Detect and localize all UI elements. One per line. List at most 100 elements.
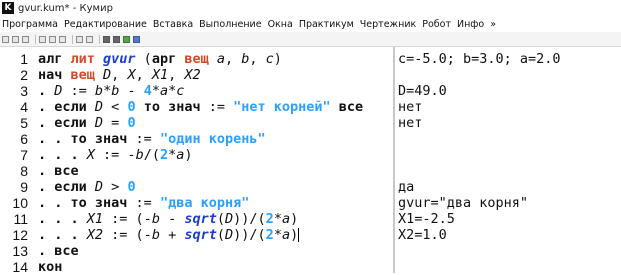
output-line: c=-5.0; b=3.0; a=2.0 [398,51,561,67]
code-token: . . то [38,195,95,211]
undo-icon[interactable] [76,35,83,43]
code-line[interactable]: нач вещ D, X, X1, X2 [38,67,201,83]
code-token: . . . [38,147,87,163]
code-line[interactable]: . если D = 0 [38,115,136,131]
code-token: ) [273,51,282,67]
code-token: ( [135,51,152,67]
grid-icon[interactable] [133,35,140,43]
code-token: все [330,99,364,115]
menu-item[interactable]: Инфо [457,19,484,30]
code-token: 0 [127,115,136,131]
menu-item[interactable]: Окна [268,19,293,30]
code-line[interactable]: . если D < 0 то знач := "нет корней" все [38,99,363,115]
code-token: ) [184,147,193,163]
new-icon[interactable] [2,35,9,43]
line-number: 6 [20,131,28,147]
code-token: b [151,211,160,227]
code-line[interactable]: . D := b*b - 4*a*c [38,83,184,99]
code-token: знач [94,131,128,147]
cut-icon[interactable] [39,35,46,43]
code-token: ( [216,227,226,243]
menu-item[interactable]: Практикум [299,19,354,30]
code-token: "нет корней" [233,99,331,115]
code-token: X2 [86,227,104,243]
code-line[interactable]: . . . X1 := (-b - sqrt(D))/(2*a) [38,211,298,227]
line-number: 4 [20,99,28,115]
line-number: 3 [20,83,28,99]
code-token: алг [38,51,71,67]
title-bar: K gvur.kum* - Кумир [0,0,621,16]
paste-icon[interactable] [59,35,66,43]
code-token: * [151,83,161,99]
code-token: . если [38,99,95,115]
code-token: нач [38,67,71,83]
line-number: 5 [20,115,28,131]
output-line: D=49.0 [398,83,447,99]
line-number: 9 [20,179,28,195]
code-token: := [127,131,160,147]
copy-icon[interactable] [49,35,56,43]
code-token: 2 [265,227,274,243]
step-icon[interactable] [113,35,120,43]
text-cursor [298,228,300,242]
menu-item[interactable]: Редактирование [64,19,147,30]
save-icon[interactable] [22,35,29,43]
menu-item[interactable]: Робот [422,19,451,30]
code-token: b [135,147,144,163]
toolbar [0,32,621,47]
code-line[interactable]: . . то знач := "два корня" [38,195,249,211]
code-editor[interactable]: алг лит gvur (арг вещ a, b, c) нач вещ D,… [38,47,393,275]
menu-item[interactable]: Вставка [153,19,193,30]
output-line: нет [398,115,423,131]
code-token: лит [70,51,104,67]
stop-icon[interactable] [123,35,130,43]
code-token: "два корня" [159,195,250,211]
code-line[interactable]: . если D > 0 [38,179,136,195]
run-icon[interactable] [103,35,110,43]
output-line: да [398,179,415,195]
code-token: X2 [184,67,201,83]
menu-item[interactable]: » [490,19,496,30]
menu-item[interactable]: Выполнение [199,19,261,30]
code-token: c [176,83,185,99]
code-token: , [111,67,128,83]
code-line[interactable]: . . . X2 := (-b + sqrt(D))/(2*a) [38,227,300,243]
code-token: 2 [265,211,274,227]
line-number: 1 [20,51,28,67]
code-token: X1 [151,67,169,83]
code-line[interactable]: . . то знач := "один корень" [38,131,266,147]
menu-item[interactable]: Чертежник [360,19,416,30]
output-line: X2=1.0 [398,227,447,243]
toolbar-separator [72,34,73,44]
code-token: ( [216,211,226,227]
output-line: X1=-2.5 [398,211,455,227]
line-number: 10 [12,195,28,211]
code-token: "один корень" [159,131,266,147]
menu-item[interactable]: Программа [2,19,58,30]
open-icon[interactable] [12,35,19,43]
code-line[interactable]: . . . X := -b/(2*a) [38,147,193,163]
code-token: . все [38,163,79,179]
code-token: = [103,115,128,131]
code-line[interactable]: алг лит gvur (арг вещ a, b, c) [38,51,282,67]
code-token: вещ [184,51,217,67]
code-token: . если [38,115,95,131]
code-token: > [103,179,128,195]
code-token: ) [290,227,299,243]
code-token: арг [151,51,185,67]
code-token: ) [290,211,299,227]
code-line[interactable]: . все [38,163,79,179]
toolbar-separator [35,34,36,44]
code-token: , [168,67,185,83]
code-token: := (- [103,211,152,227]
code-token: sqrt [184,227,217,243]
code-line[interactable]: . все [38,243,79,259]
line-number: 13 [12,243,28,259]
redo-icon[interactable] [86,35,93,43]
panel-splitter[interactable] [393,47,395,273]
code-token: gvur [103,51,136,67]
code-token: . все [38,243,79,259]
code-token: . [38,83,55,99]
code-token: ))/( [233,227,266,243]
code-token: X [86,147,95,163]
